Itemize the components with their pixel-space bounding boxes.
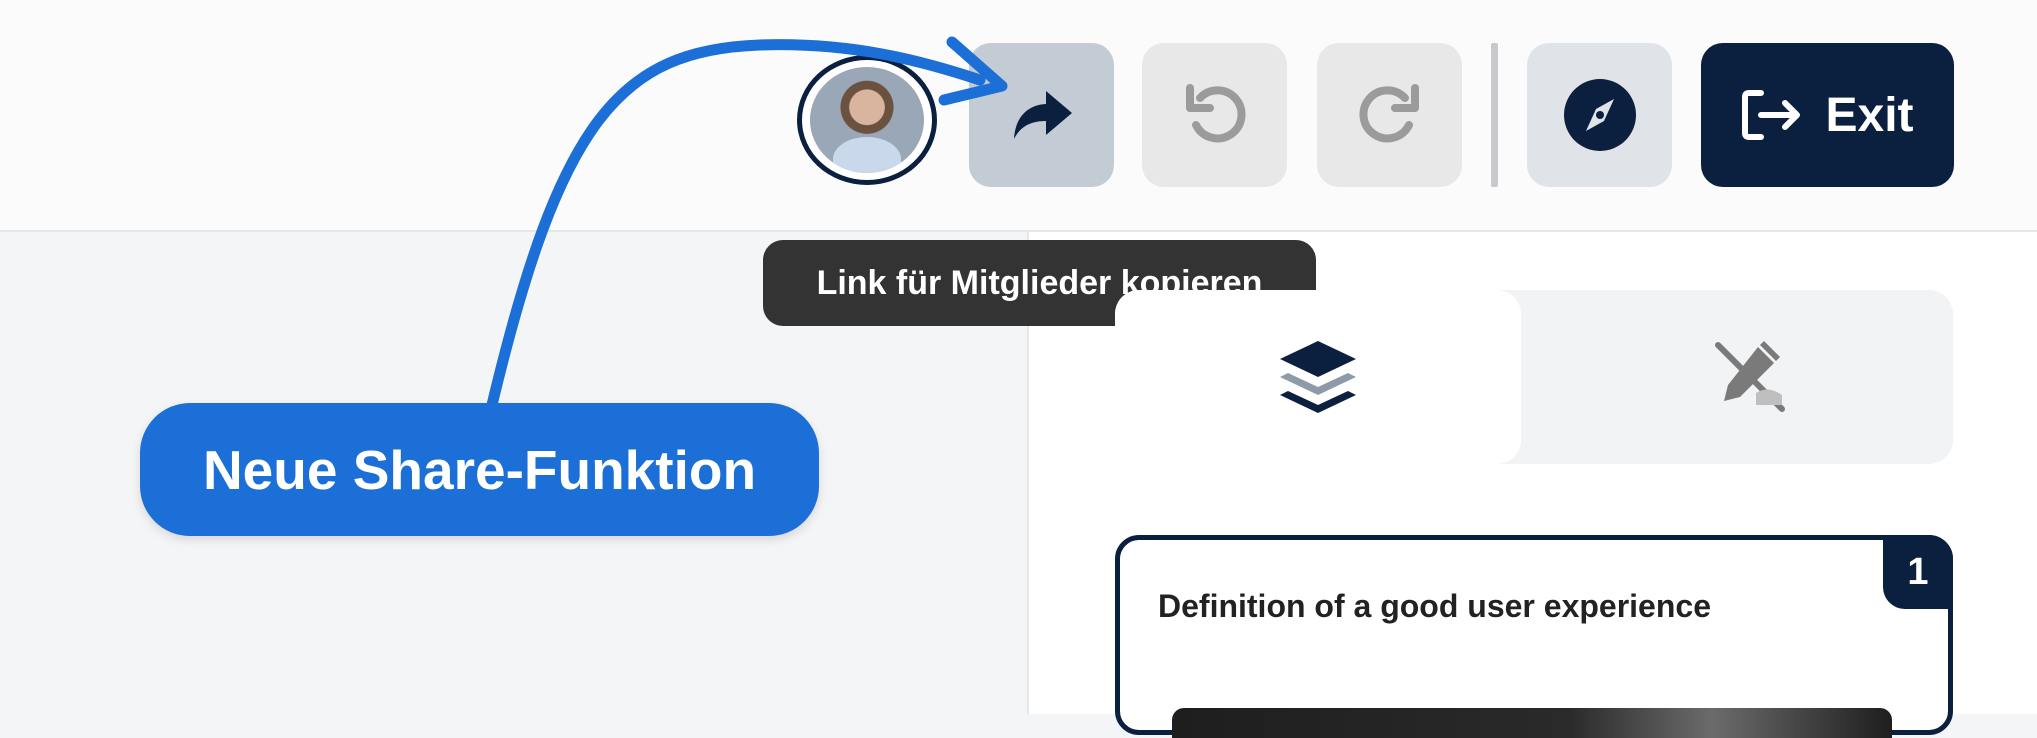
logout-icon — [1742, 90, 1801, 140]
redo-button[interactable] — [1317, 43, 1462, 187]
annotation-callout: Neue Share-Funktion — [140, 403, 819, 536]
exit-label: Exit — [1825, 88, 1914, 142]
content-card[interactable]: 1 Definition of a good user experience — [1115, 535, 1953, 738]
card-title: Definition of a good user experience — [1158, 588, 1711, 624]
undo-button[interactable] — [1142, 43, 1287, 187]
avatar-photo — [810, 67, 924, 173]
edit-off-icon — [1715, 341, 1785, 412]
compass-icon — [1563, 79, 1636, 151]
user-avatar[interactable] — [797, 55, 937, 185]
exit-button[interactable]: Exit — [1701, 43, 1954, 187]
redo-icon — [1358, 84, 1419, 143]
layers-icon — [1280, 341, 1356, 413]
panel-tab-group — [1115, 290, 1953, 464]
undo-icon — [1185, 84, 1246, 143]
card-number-badge: 1 — [1883, 535, 1953, 609]
tab-edit[interactable] — [1547, 290, 1953, 464]
toolbar-divider — [1491, 43, 1498, 187]
share-arrow-icon — [1013, 91, 1072, 139]
card-image-preview — [1172, 708, 1892, 738]
share-button[interactable] — [969, 43, 1114, 187]
tab-layers[interactable] — [1115, 290, 1521, 464]
navigate-button[interactable] — [1527, 43, 1672, 187]
